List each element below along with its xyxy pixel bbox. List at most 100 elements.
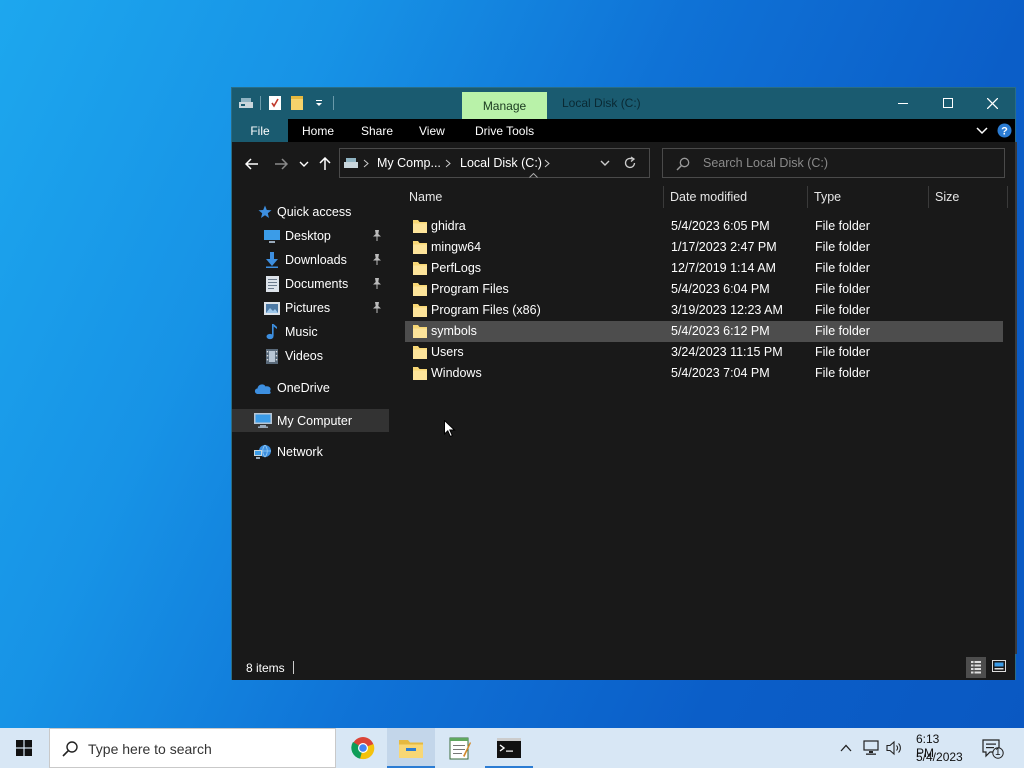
file-name: PerfLogs [431,261,482,275]
nav-item-label: Network [277,445,323,459]
taskbar-app-terminal[interactable] [485,728,533,768]
manage-tab[interactable]: Manage [462,92,547,119]
music-icon [263,323,281,341]
volume-icon[interactable] [886,740,902,756]
search-box[interactable]: Search Local Disk (C:) [662,148,1005,178]
star-icon [256,203,274,221]
help-icon[interactable]: ? [997,119,1012,142]
recent-locations-chevron-icon[interactable] [294,154,314,174]
vertical-scrollbar[interactable] [1015,142,1017,654]
network-status-icon[interactable] [863,740,879,756]
expand-ribbon-chevron-icon[interactable] [976,119,988,142]
pin-icon [372,278,382,289]
column-divider[interactable] [1007,186,1008,208]
column-header-size[interactable]: Size [935,184,959,210]
status-divider [293,661,294,674]
properties-icon[interactable] [267,95,283,111]
column-header-name[interactable]: Name [409,184,442,210]
file-row[interactable]: ghidra 5/4/2023 6:05 PM File folder [405,216,1003,237]
taskbar-app-notepad[interactable] [436,728,484,768]
breadcrumb-my-computer[interactable]: My Comp... [377,156,441,170]
computer-icon [254,412,272,430]
file-name: ghidra [431,219,466,233]
nav-item-music[interactable]: Music [232,321,389,343]
up-button[interactable] [315,154,335,174]
nav-item-desktop[interactable]: Desktop [232,225,389,247]
minimize-button[interactable] [880,88,925,118]
file-name: Windows [431,366,482,380]
nav-item-documents[interactable]: Documents [232,273,389,295]
start-button[interactable] [0,728,48,768]
close-button[interactable] [970,88,1015,118]
column-divider[interactable] [807,186,808,208]
folder-icon [413,261,427,275]
navigation-pane: Quick access Desktop Downloads Documents [232,184,389,654]
address-history-chevron-icon[interactable] [600,160,610,166]
folder-icon [413,324,427,338]
status-bar: 8 items [232,656,1015,680]
tab-home[interactable]: Home [302,119,334,142]
tab-drive-tools[interactable]: Drive Tools [475,119,534,142]
folder-icon [413,345,427,359]
breadcrumb-local-disk[interactable]: Local Disk (C:) [460,156,542,170]
maximize-button[interactable] [925,88,970,118]
new-folder-icon[interactable] [289,95,305,111]
toolbar-divider [260,96,261,110]
drive-icon [238,95,254,111]
refresh-icon[interactable] [623,156,637,170]
pin-icon [372,254,382,265]
file-date: 5/4/2023 6:04 PM [671,282,770,296]
taskbar-search-box[interactable]: Type here to search [49,728,336,768]
nav-item-label: OneDrive [277,381,330,395]
nav-item-onedrive[interactable]: OneDrive [232,377,389,399]
column-header-type[interactable]: Type [814,184,841,210]
file-type: File folder [815,282,870,296]
onedrive-icon [254,379,272,397]
show-hidden-icons-chevron-icon[interactable] [840,744,852,752]
file-row[interactable]: PerfLogs 12/7/2019 1:14 AM File folder [405,258,1003,279]
folder-icon [413,366,427,380]
ribbon: File Home Share View Drive Tools ? [232,119,1015,142]
nav-item-pictures[interactable]: Pictures [232,297,389,319]
file-name: Users [431,345,464,359]
address-bar[interactable]: My Comp... Local Disk (C:) [339,148,650,178]
file-row[interactable]: Windows 5/4/2023 7:04 PM File folder [405,363,1003,384]
file-date: 1/17/2023 2:47 PM [671,240,777,254]
column-divider[interactable] [663,186,664,208]
tab-file[interactable]: File [232,119,288,142]
taskbar-app-chrome[interactable] [339,728,387,768]
customize-toolbar-icon[interactable] [311,95,327,111]
window-title: Local Disk (C:) [562,96,641,110]
folder-icon [413,240,427,254]
column-header-date[interactable]: Date modified [670,184,747,210]
sort-ascending-icon [529,173,538,178]
large-icons-view-icon[interactable] [992,660,1006,672]
file-row[interactable]: Users 3/24/2023 11:15 PM File folder [405,342,1003,363]
toolbar-divider [333,96,334,110]
folder-icon [413,219,427,233]
nav-item-network[interactable]: Network [232,441,389,463]
forward-button[interactable] [271,154,291,174]
documents-icon [263,275,281,293]
nav-item-my-computer[interactable]: My Computer [232,409,389,432]
details-view-icon[interactable] [966,657,986,678]
nav-item-label: Videos [285,349,323,363]
tab-share[interactable]: Share [361,119,393,142]
file-explorer-window: Manage Local Disk (C:) File Home Share V… [231,87,1017,752]
file-row[interactable]: mingw64 1/17/2023 2:47 PM File folder [405,237,1003,258]
drive-icon [343,156,359,170]
desktop: { "window": { "title": "Local Disk (C:)"… [0,0,1024,768]
file-row[interactable]: Program Files 5/4/2023 6:04 PM File fold… [405,279,1003,300]
column-divider[interactable] [928,186,929,208]
taskbar-app-file-explorer[interactable] [387,728,435,768]
file-row[interactable]: symbols 5/4/2023 6:12 PM File folder [405,321,1003,342]
nav-item-quick-access[interactable]: Quick access [232,201,389,223]
back-button[interactable] [242,154,262,174]
nav-item-downloads[interactable]: Downloads [232,249,389,271]
nav-item-label: Quick access [277,205,352,219]
tab-view[interactable]: View [419,119,445,142]
clock-date[interactable]: 5/4/2023 [916,750,963,764]
file-row[interactable]: Program Files (x86) 3/19/2023 12:23 AM F… [405,300,1003,321]
title-bar[interactable]: Manage Local Disk (C:) [232,88,1015,119]
nav-item-videos[interactable]: Videos [232,345,389,367]
